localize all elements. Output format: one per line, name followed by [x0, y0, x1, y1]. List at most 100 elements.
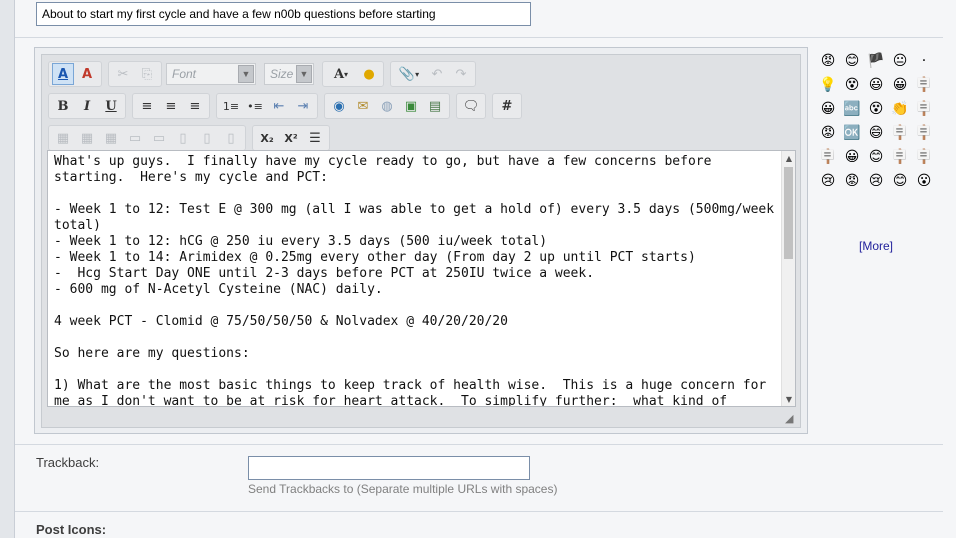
smilie-icon[interactable]: 😡: [817, 50, 839, 72]
message-body[interactable]: What's up guys. I finally have my cycle …: [48, 151, 783, 406]
smilie-icon[interactable]: 😀: [817, 98, 839, 120]
smilie-icon[interactable]: 🪧: [913, 74, 935, 96]
toolbar-group-script: X₂ X² ☰: [252, 125, 330, 151]
smilie-icon[interactable]: 🪧: [913, 98, 935, 120]
editor-line: - 600 mg of N-Acetyl Cysteine (NAC) dail…: [54, 282, 383, 297]
horizontal-rule-icon[interactable]: ☰: [304, 127, 326, 149]
link-icon[interactable]: ◉: [328, 95, 350, 117]
smilies-grid: 😡 😊 🏴 😐 · 💡 😵 😃 😀 🪧 😀 🔤 😵 👏 🪧 😡 🆗 😄 🪧 🪧 🪧 😀 😊 🪧 🪧 😢 😡 😢 😊 😮: [817, 50, 941, 194]
resize-grip-icon[interactable]: ◢: [785, 412, 797, 425]
unlink-icon[interactable]: ◍: [376, 95, 398, 117]
smilie-icon[interactable]: 😄: [865, 122, 887, 144]
post-form-page: A A ✂ ⎘ Font ▼ Size ▼ A▾ ●: [14, 0, 956, 538]
smilie-icon[interactable]: 🪧: [913, 146, 935, 168]
remove-format-icon[interactable]: A: [76, 63, 98, 85]
smilie-icon[interactable]: 🔤: [841, 98, 863, 120]
col-delete-icon[interactable]: ▯: [220, 127, 242, 149]
smilie-icon[interactable]: 🪧: [889, 122, 911, 144]
smilie-icon[interactable]: 😀: [889, 74, 911, 96]
italic-icon[interactable]: I: [76, 95, 98, 117]
size-select[interactable]: Size ▼: [264, 63, 314, 85]
row-delete-icon[interactable]: ▭: [148, 127, 170, 149]
unordered-list-icon[interactable]: •≡: [244, 95, 266, 117]
smilie-icon[interactable]: 😵: [841, 74, 863, 96]
smilie-icon[interactable]: 😐: [889, 50, 911, 72]
outdent-icon[interactable]: ⇤: [268, 95, 290, 117]
trackback-input[interactable]: [248, 456, 530, 480]
smilie-icon[interactable]: 🆗: [841, 122, 863, 144]
indent-icon[interactable]: ⇥: [292, 95, 314, 117]
editor-panel: A A ✂ ⎘ Font ▼ Size ▼ A ▾ ● 📎 ▾ ↶ ↷ B I …: [34, 47, 808, 434]
font-select-label: Font: [172, 67, 197, 81]
quote-icon[interactable]: 🗨: [460, 95, 482, 117]
smilie-icon[interactable]: 😊: [889, 170, 911, 192]
align-left-icon[interactable]: ≡: [136, 95, 158, 117]
email-icon[interactable]: ✉: [352, 95, 374, 117]
font-select[interactable]: Font ▼: [166, 63, 256, 85]
smilie-icon[interactable]: 😢: [865, 170, 887, 192]
wysiwyg-toggle-icon[interactable]: A: [52, 63, 74, 85]
bold-icon[interactable]: B: [52, 95, 74, 117]
toolbar-group-edit: 📎 ▾ ↶ ↷: [390, 61, 476, 87]
table-icon[interactable]: ▦: [52, 127, 74, 149]
smilie-icon[interactable]: 🏴: [865, 50, 887, 72]
cut-icon[interactable]: ✂: [112, 63, 134, 85]
font-color-icon[interactable]: A ▾: [326, 63, 356, 85]
editor-line: So here are my questions:: [54, 346, 250, 361]
divider: [15, 444, 943, 445]
smilie-icon[interactable]: 😢: [817, 170, 839, 192]
smilie-icon[interactable]: 😵: [865, 98, 887, 120]
smilie-icon[interactable]: ·: [913, 50, 935, 72]
smilie-icon[interactable]: 😮: [913, 170, 935, 192]
smilie-icon[interactable]: 😡: [841, 170, 863, 192]
smilie-icon[interactable]: 😀: [841, 146, 863, 168]
video-icon[interactable]: ▤: [424, 95, 446, 117]
scroll-up-icon[interactable]: ▲: [782, 151, 795, 165]
smilies-panel: 😡 😊 🏴 😐 · 💡 😵 😃 😀 🪧 😀 🔤 😵 👏 🪧 😡 🆗 😄 🪧 🪧 🪧 😀 😊 🪧 🪧 😢 😡 😢 😊 😮 [More]: [815, 48, 943, 268]
chevron-down-icon: ▼: [296, 65, 312, 83]
message-editor[interactable]: What's up guys. I finally have my cycle …: [47, 150, 796, 407]
undo-icon[interactable]: ↶: [426, 63, 448, 85]
toolbar-row-1: A A ✂ ⎘ Font ▼ Size ▼ A ▾ ● 📎 ▾ ↶ ↷: [48, 61, 482, 87]
toolbar-group-table: ▦ ▦ ▦ ▭ ▭ ▯ ▯ ▯: [48, 125, 246, 151]
smilie-icon[interactable]: ●: [358, 63, 380, 85]
scrollbar-thumb[interactable]: [784, 167, 793, 259]
align-center-icon[interactable]: ≡: [160, 95, 182, 117]
subscript-icon[interactable]: X₂: [256, 127, 278, 149]
title-row: [15, 0, 943, 38]
image-icon[interactable]: ▣: [400, 95, 422, 117]
align-right-icon[interactable]: ≡: [184, 95, 206, 117]
editor-line: - Hcg Start Day ONE until 2-3 days befor…: [54, 266, 595, 281]
trackback-label: Trackback:: [36, 455, 100, 470]
hash-icon[interactable]: #: [496, 95, 518, 117]
ordered-list-icon[interactable]: 1≡: [220, 95, 242, 117]
superscript-icon[interactable]: X²: [280, 127, 302, 149]
table-insert-icon[interactable]: ▦: [76, 127, 98, 149]
smilie-icon[interactable]: 🪧: [913, 122, 935, 144]
paste-icon[interactable]: 📎 ▾: [394, 63, 424, 85]
smilie-icon[interactable]: 😡: [817, 122, 839, 144]
toolbar-group-code: #: [492, 93, 522, 119]
toolbar-group-list: 1≡ •≡ ⇤ ⇥: [216, 93, 318, 119]
more-smilies-link[interactable]: [More]: [859, 239, 893, 253]
col-left-icon[interactable]: ▯: [172, 127, 194, 149]
redo-icon[interactable]: ↷: [450, 63, 472, 85]
toolbar-group-mode: A A: [48, 61, 102, 87]
title-input[interactable]: [36, 2, 531, 26]
editor-scrollbar[interactable]: ▲ ▼: [781, 151, 795, 406]
smilie-icon[interactable]: 💡: [817, 74, 839, 96]
editor-line: - Week 1 to 12: Test E @ 300 mg (all I w…: [54, 202, 782, 233]
smilie-icon[interactable]: 👏: [889, 98, 911, 120]
copy-icon[interactable]: ⎘: [136, 63, 158, 85]
smilie-icon[interactable]: 😊: [865, 146, 887, 168]
col-right-icon[interactable]: ▯: [196, 127, 218, 149]
smilie-icon[interactable]: 😊: [841, 50, 863, 72]
row-above-icon[interactable]: ▭: [124, 127, 146, 149]
smilie-icon[interactable]: 😃: [865, 74, 887, 96]
underline-icon[interactable]: U: [100, 95, 122, 117]
scroll-down-icon[interactable]: ▼: [782, 392, 795, 406]
smilie-icon[interactable]: 🪧: [889, 146, 911, 168]
smilie-icon[interactable]: 🪧: [817, 146, 839, 168]
table-delete-icon[interactable]: ▦: [100, 127, 122, 149]
